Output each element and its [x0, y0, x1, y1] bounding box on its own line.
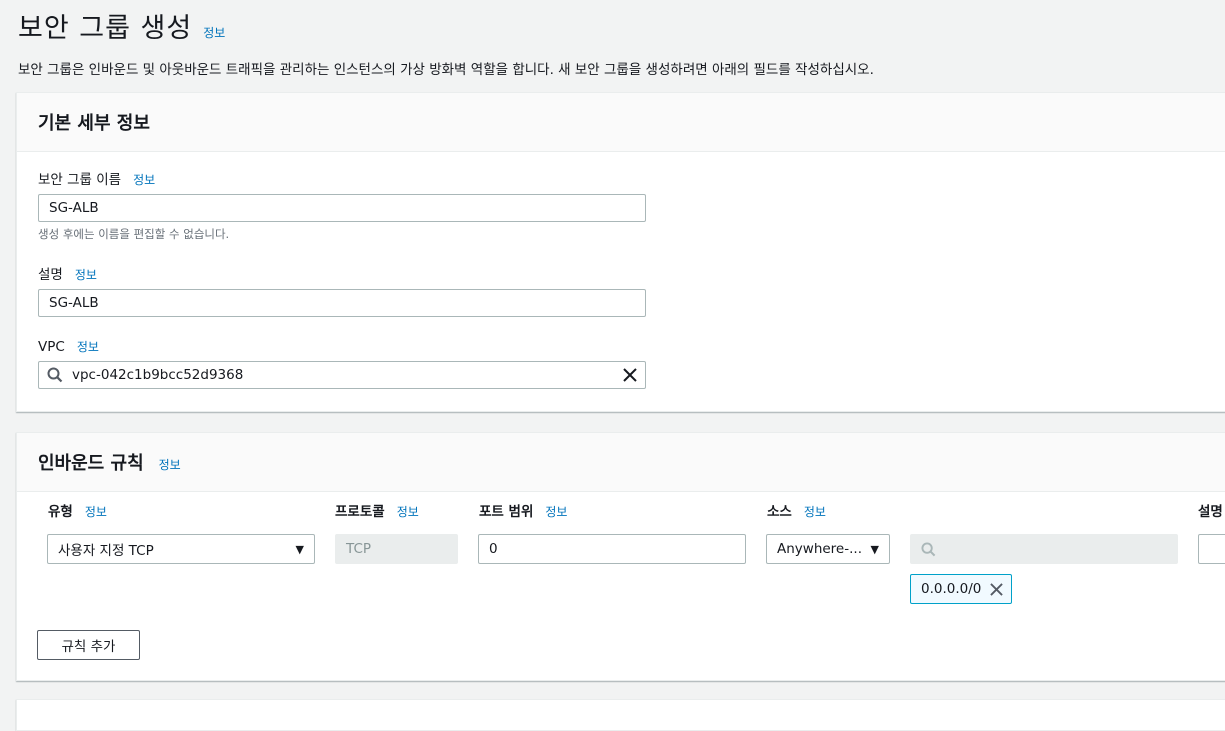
rule-source-search-input[interactable] — [910, 534, 1178, 564]
column-protocol: 프로토콜 정보 — [335, 500, 419, 520]
cidr-token-label: 0.0.0.0/0 — [921, 581, 982, 597]
caret-down-icon: ▼ — [295, 542, 304, 556]
sg-description-label-row: 설명 정보 — [38, 263, 646, 283]
column-protocol-info-link[interactable]: 정보 — [397, 503, 419, 520]
page-info-link[interactable]: 정보 — [203, 24, 225, 41]
next-panel — [16, 699, 1225, 731]
column-type-info-link[interactable]: 정보 — [85, 503, 107, 520]
sg-name-hint: 생성 후에는 이름을 편집할 수 없습니다. — [38, 227, 230, 241]
vpc-label: VPC — [38, 339, 65, 355]
rule-protocol-value: TCP — [346, 541, 372, 557]
sg-name-value: SG-ALB — [49, 200, 99, 216]
sg-name-input[interactable]: SG-ALB — [38, 194, 646, 222]
basic-details-header: 기본 세부 정보 — [17, 93, 1225, 152]
column-source-info-link[interactable]: 정보 — [804, 503, 826, 520]
column-description: 설명 — [1198, 500, 1223, 520]
inbound-rules-header: 인바운드 규칙 정보 — [17, 433, 1225, 492]
cidr-token: 0.0.0.0/0 — [910, 574, 1013, 604]
column-source: 소스 정보 — [767, 500, 826, 520]
rule-source-select[interactable]: Anywhere-... ▼ — [766, 534, 890, 564]
column-protocol-label: 프로토콜 — [335, 504, 385, 520]
vpc-field: VPC 정보 vpc-042c1b9bcc52d9368 — [38, 338, 646, 389]
sg-description-input[interactable]: SG-ALB — [38, 289, 646, 317]
vpc-select-input[interactable]: vpc-042c1b9bcc52d9368 — [38, 361, 646, 389]
close-icon[interactable] — [990, 582, 1004, 596]
column-port-range: 포트 범위 정보 — [479, 500, 567, 520]
basic-details-title: 기본 세부 정보 — [38, 113, 150, 134]
rule-port-range-value: 0 — [489, 541, 498, 557]
caret-down-icon: ▼ — [870, 542, 879, 556]
add-rule-button[interactable]: 규칙 추가 — [37, 630, 140, 660]
rule-source-value: Anywhere-... — [777, 541, 862, 557]
page-header: 보안 그룹 생성 정보 — [18, 6, 225, 45]
sg-name-field: 보안 그룹 이름 정보 SG-ALB 생성 후에는 이름을 편집할 수 없습니다… — [38, 168, 646, 242]
sg-description-info-link[interactable]: 정보 — [75, 266, 97, 283]
search-icon — [47, 367, 63, 383]
basic-details-panel: 기본 세부 정보 보안 그룹 이름 정보 SG-ALB 생성 후에는 이름을 편… — [16, 92, 1225, 412]
vpc-info-link[interactable]: 정보 — [77, 338, 99, 355]
sg-name-info-link[interactable]: 정보 — [133, 171, 155, 188]
vpc-value: vpc-042c1b9bcc52d9368 — [72, 367, 244, 383]
sg-name-label-row: 보안 그룹 이름 정보 — [38, 168, 646, 188]
column-port-range-info-link[interactable]: 정보 — [545, 503, 567, 520]
close-icon[interactable] — [623, 368, 637, 382]
column-source-label: 소스 — [767, 504, 792, 520]
rule-port-range-input[interactable]: 0 — [478, 534, 746, 564]
page-description: 보안 그룹은 인바운드 및 아웃바운드 트래픽을 관리하는 인스턴스의 가상 방… — [18, 62, 874, 78]
rule-protocol-input: TCP — [335, 534, 458, 564]
sg-description-value: SG-ALB — [49, 295, 99, 311]
page-title: 보안 그룹 생성 — [18, 13, 193, 44]
sg-description-label: 설명 — [38, 267, 63, 283]
column-type-label: 유형 — [48, 504, 73, 520]
rule-type-select[interactable]: 사용자 지정 TCP ▼ — [47, 534, 315, 564]
rule-type-value: 사용자 지정 TCP — [58, 543, 154, 559]
rule-description-input[interactable] — [1198, 534, 1225, 564]
search-icon — [921, 541, 936, 557]
vpc-label-row: VPC 정보 — [38, 338, 646, 355]
sg-name-label: 보안 그룹 이름 — [38, 172, 122, 188]
column-description-label: 설명 — [1198, 504, 1223, 520]
inbound-rules-info-link[interactable]: 정보 — [159, 456, 181, 473]
column-port-range-label: 포트 범위 — [479, 504, 534, 520]
sg-description-field: 설명 정보 SG-ALB — [38, 263, 646, 317]
inbound-rules-title: 인바운드 규칙 — [38, 453, 144, 474]
column-type: 유형 정보 — [48, 500, 107, 520]
